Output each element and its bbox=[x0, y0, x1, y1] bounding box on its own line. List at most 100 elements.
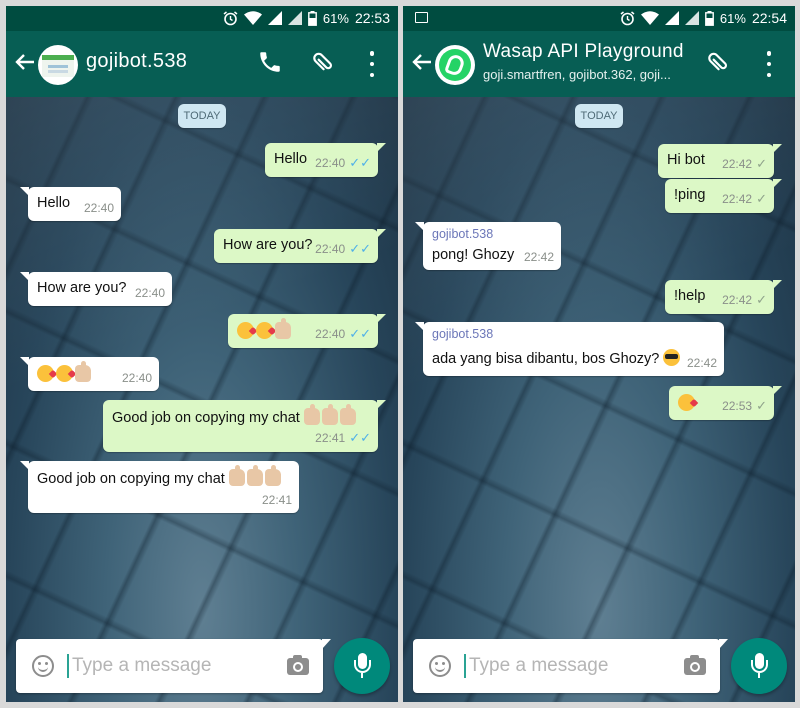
clock-time: 22:53 bbox=[354, 10, 390, 26]
paperclip-icon[interactable] bbox=[311, 49, 341, 79]
message-meta: 22:42 ✓ bbox=[722, 191, 767, 207]
message-text-row: Good job on copying my chat bbox=[37, 465, 283, 487]
sender-name[interactable]: gojibot.538 bbox=[432, 227, 493, 241]
paperclip-icon[interactable] bbox=[706, 49, 736, 79]
alarm-icon bbox=[223, 10, 238, 25]
smiley-icon[interactable] bbox=[32, 655, 54, 677]
message-time: 22:42 bbox=[686, 356, 717, 370]
message-meta: 22:40 ✓✓ bbox=[315, 326, 371, 342]
thumbs-up-icon bbox=[228, 465, 245, 486]
status-bar: 61% 22:54 bbox=[403, 6, 795, 31]
incoming-message[interactable]: 22:40 bbox=[20, 357, 159, 391]
message-text: Hello bbox=[37, 195, 71, 211]
outgoing-message[interactable]: 22:40 ✓✓ bbox=[228, 314, 386, 348]
smiley-icon[interactable] bbox=[429, 655, 451, 677]
group-avatar[interactable] bbox=[435, 45, 475, 85]
message-text: Good job on copying my chat bbox=[112, 410, 300, 426]
sunglasses-face-icon bbox=[663, 349, 681, 366]
battery-percent: 61% bbox=[719, 10, 746, 26]
clock-time: 22:54 bbox=[751, 10, 787, 26]
sender-name[interactable]: gojibot.538 bbox=[432, 327, 493, 341]
message-text-row: ada yang bisa dibantu, bos Ghozy? bbox=[432, 349, 682, 367]
message-time: 22:40 bbox=[134, 286, 165, 300]
phone-icon[interactable] bbox=[257, 49, 287, 79]
message-input[interactable] bbox=[72, 653, 272, 679]
outgoing-message[interactable]: Hi bot 22:42 ✓ bbox=[658, 144, 782, 178]
message-text-row: Good job on copying my chat bbox=[112, 404, 358, 426]
message-time: 22:41 bbox=[261, 493, 292, 507]
outgoing-message[interactable]: !help 22:42 ✓ bbox=[665, 280, 782, 314]
status-bar: 61% 22:53 bbox=[6, 6, 398, 31]
read-receipt-icon: ✓✓ bbox=[349, 430, 371, 445]
microphone-button[interactable] bbox=[731, 638, 787, 694]
message-input[interactable] bbox=[469, 653, 669, 679]
kissing-face-icon bbox=[56, 365, 73, 382]
kissing-face-icon bbox=[256, 322, 273, 339]
outgoing-message[interactable]: !ping 22:42 ✓ bbox=[665, 179, 782, 213]
more-vertical-icon[interactable] bbox=[369, 51, 375, 77]
signal-icon bbox=[684, 11, 699, 25]
sent-check-icon: ✓ bbox=[756, 156, 767, 171]
signal-icon bbox=[267, 11, 282, 25]
message-meta: 22:42 ✓ bbox=[722, 156, 767, 172]
emoji-row bbox=[37, 361, 93, 383]
thumbs-up-icon bbox=[303, 404, 320, 425]
wifi-icon bbox=[243, 11, 262, 25]
read-receipt-icon: ✓✓ bbox=[349, 326, 371, 341]
chat-screen-group: 61% 22:54 Wasap API Playground goji.smar… bbox=[403, 6, 795, 702]
message-text: !help bbox=[674, 288, 706, 304]
image-notification-icon bbox=[415, 12, 428, 23]
message-text: pong! Ghozy bbox=[432, 247, 515, 263]
outgoing-message[interactable]: Good job on copying my chat 22:41 ✓✓ bbox=[103, 400, 386, 452]
thumbs-up-icon bbox=[264, 465, 281, 486]
message-composer bbox=[16, 639, 331, 693]
message-time: 22:40 bbox=[315, 327, 346, 341]
thumbs-up-icon bbox=[275, 318, 291, 339]
incoming-message[interactable]: How are you? 22:40 bbox=[20, 272, 172, 306]
camera-icon[interactable] bbox=[287, 655, 309, 675]
message-text: !ping bbox=[674, 187, 706, 203]
signal-icon bbox=[664, 11, 679, 25]
message-text: Hello bbox=[274, 151, 308, 167]
sent-check-icon: ✓ bbox=[756, 292, 767, 307]
thumbs-up-icon bbox=[75, 361, 91, 382]
message-time: 22:41 bbox=[315, 431, 346, 445]
message-meta: 22:42 ✓ bbox=[722, 292, 767, 308]
date-chip: TODAY bbox=[178, 104, 226, 128]
message-time: 22:53 bbox=[722, 399, 753, 413]
outgoing-message[interactable]: 22:53 ✓ bbox=[669, 386, 782, 420]
message-time: 22:40 bbox=[121, 371, 152, 385]
kissing-face-icon bbox=[678, 394, 695, 411]
alarm-icon bbox=[620, 10, 635, 25]
wifi-icon bbox=[640, 11, 659, 25]
arrow-left-icon[interactable] bbox=[411, 51, 433, 78]
text-cursor bbox=[67, 654, 69, 678]
chat-participants[interactable]: goji.smartfren, gojibot.362, goji... bbox=[483, 67, 671, 82]
camera-icon[interactable] bbox=[684, 655, 706, 675]
thumbs-up-icon bbox=[321, 404, 338, 425]
message-composer bbox=[413, 639, 728, 693]
incoming-message[interactable]: Good job on copying my chat 22:41 bbox=[20, 461, 299, 513]
message-time: 22:40 bbox=[315, 156, 346, 170]
message-text: ada yang bisa dibantu, bos Ghozy? bbox=[432, 351, 660, 367]
incoming-message[interactable]: Hello 22:40 bbox=[20, 187, 121, 221]
message-text: Hi bot bbox=[667, 152, 705, 168]
incoming-message[interactable]: gojibot.538 pong! Ghozy 22:42 bbox=[415, 222, 561, 270]
battery-icon bbox=[705, 10, 714, 26]
message-meta: 22:53 ✓ bbox=[722, 398, 767, 414]
outgoing-message[interactable]: Hello 22:40 ✓✓ bbox=[265, 143, 386, 177]
chat-title[interactable]: Wasap API Playground bbox=[483, 41, 684, 63]
outgoing-message[interactable]: How are you? 22:40 ✓✓ bbox=[214, 229, 386, 263]
avatar[interactable] bbox=[38, 45, 78, 85]
message-text: Good job on copying my chat bbox=[37, 471, 225, 487]
sent-check-icon: ✓ bbox=[756, 398, 767, 413]
chat-title[interactable]: gojibot.538 bbox=[86, 50, 187, 73]
arrow-left-icon[interactable] bbox=[14, 51, 36, 78]
microphone-button[interactable] bbox=[334, 638, 390, 694]
text-cursor bbox=[464, 654, 466, 678]
message-time: 22:42 bbox=[722, 157, 753, 171]
more-vertical-icon[interactable] bbox=[766, 51, 772, 77]
chat-screen-gojibot: 61% 22:53 gojibot.538 TODAY Hello 22:40 ✓… bbox=[6, 6, 398, 702]
read-receipt-icon: ✓✓ bbox=[349, 241, 371, 256]
incoming-message[interactable]: gojibot.538 ada yang bisa dibantu, bos G… bbox=[415, 322, 724, 376]
